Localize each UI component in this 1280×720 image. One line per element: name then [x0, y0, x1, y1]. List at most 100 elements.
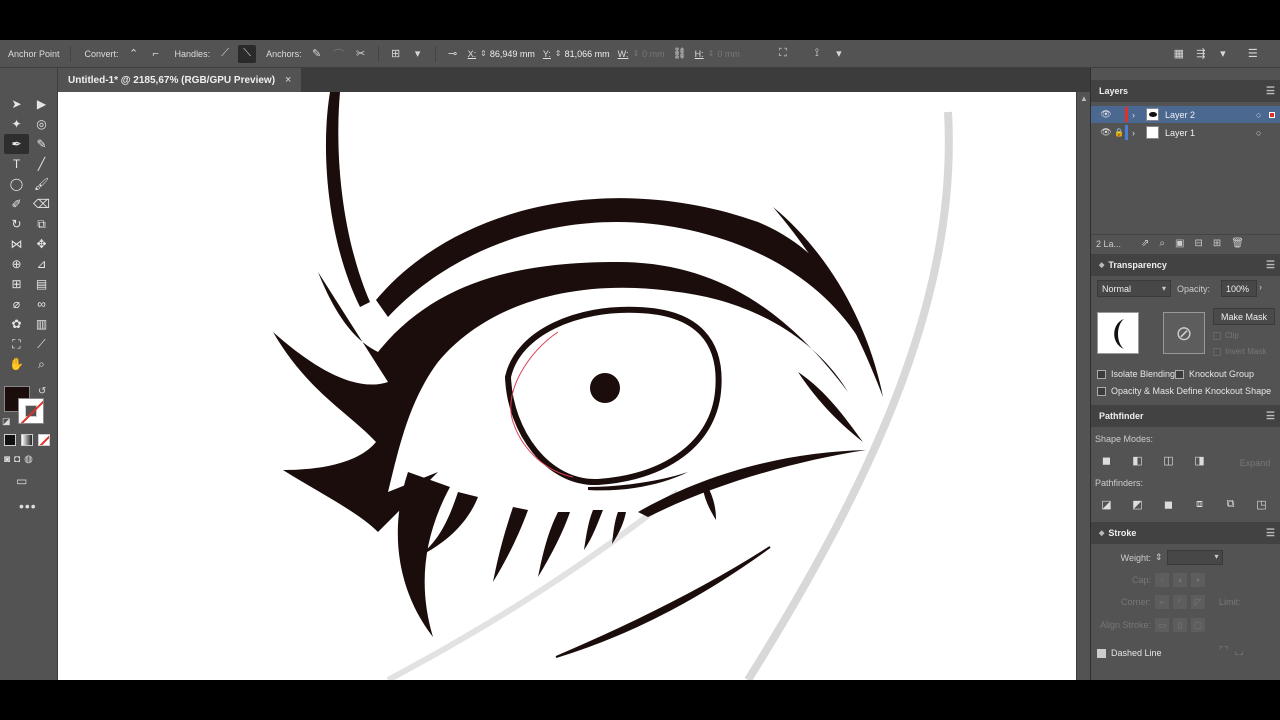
expand-chevron-icon[interactable]: ›: [1132, 110, 1142, 120]
vertical-scrollbar[interactable]: ▲: [1076, 92, 1090, 680]
merge-icon[interactable]: ◼: [1153, 498, 1184, 511]
new-layer-icon[interactable]: ⊞: [1213, 238, 1221, 249]
chevron-down-icon[interactable]: ▾: [830, 45, 848, 63]
draw-normal-icon[interactable]: ◙: [4, 454, 10, 465]
color-mode-icon[interactable]: [4, 434, 16, 446]
visibility-eye-icon[interactable]: 👁: [1099, 109, 1113, 120]
weight-field[interactable]: ▾: [1166, 550, 1223, 565]
gradient-mode-icon[interactable]: [21, 434, 33, 446]
default-colors-icon[interactable]: ◪: [2, 416, 11, 427]
minus-back-icon[interactable]: ◳: [1246, 498, 1277, 511]
direct-selection-tool-icon[interactable]: ▶: [29, 94, 54, 114]
shaper-tool-icon[interactable]: ✐: [4, 194, 29, 214]
export-icon[interactable]: ⇗: [1141, 238, 1149, 249]
screen-mode-icon[interactable]: ▭: [16, 474, 27, 488]
panel-menu-icon[interactable]: ☰: [1244, 45, 1262, 63]
eyedropper-tool-icon[interactable]: ⌀: [4, 294, 29, 314]
blend-mode-select[interactable]: Normal ▾: [1097, 280, 1171, 297]
unite-icon[interactable]: ◼: [1091, 454, 1122, 467]
expand-button[interactable]: Expand: [1237, 455, 1273, 471]
opacity-mask-define-checkbox[interactable]: Opacity & Mask Define Knockout Shape: [1097, 386, 1271, 396]
dashed-line-checkbox[interactable]: Dashed Line: [1097, 648, 1162, 658]
arrange-docs-icon[interactable]: ▦: [1170, 45, 1188, 63]
link-proportions-icon[interactable]: ⛓: [671, 45, 689, 63]
locate-object-icon[interactable]: ⌕: [1159, 238, 1165, 249]
butt-cap-icon[interactable]: ▫: [1155, 573, 1169, 587]
connect-anchors-icon[interactable]: ⌒: [330, 45, 348, 63]
minus-front-icon[interactable]: ◧: [1122, 454, 1153, 467]
new-sublayer-icon[interactable]: ⊟: [1194, 238, 1202, 249]
chevron-down-icon[interactable]: ▾: [1214, 45, 1232, 63]
puppet-warp-tool-icon[interactable]: ✥: [29, 234, 54, 254]
y-value[interactable]: 81,066 mm: [565, 49, 610, 59]
document-tab[interactable]: Untitled-1* @ 2185,67% (RGB/GPU Preview)…: [58, 68, 302, 92]
transparency-panel-header[interactable]: ◆ Transparency ☰: [1091, 254, 1280, 276]
invert-mask-checkbox[interactable]: Invert Mask: [1213, 347, 1266, 356]
h-stepper-icon[interactable]: ⇕: [708, 49, 715, 58]
symbol-sprayer-tool-icon[interactable]: ✿: [4, 314, 29, 334]
blend-tool-icon[interactable]: ∞: [29, 294, 54, 314]
gpu-performance-icon[interactable]: ⇶: [1192, 45, 1210, 63]
stroke-swatch[interactable]: [18, 398, 44, 424]
bevel-join-icon[interactable]: ◸: [1191, 595, 1205, 609]
selection-indicator[interactable]: [1269, 111, 1275, 118]
reference-point-icon[interactable]: ⊸: [444, 45, 462, 63]
weight-stepper-icon[interactable]: ⇕: [1155, 552, 1163, 563]
x-value[interactable]: 86,949 mm: [490, 49, 535, 59]
pen-tool-icon[interactable]: ✒: [4, 134, 29, 154]
align-inside-icon[interactable]: ▯: [1173, 618, 1187, 632]
isolate-icon[interactable]: ⟟: [808, 45, 826, 63]
draw-behind-icon[interactable]: ◘: [14, 454, 20, 465]
show-handles-icon[interactable]: ⟋: [216, 45, 234, 63]
edit-toolbar-icon[interactable]: •••: [19, 498, 37, 514]
align-center-icon[interactable]: ▭: [1155, 618, 1169, 632]
w-field[interactable]: W: ⇕ 0 mm: [618, 49, 665, 59]
miter-join-icon[interactable]: ⌐: [1155, 595, 1169, 609]
none-mode-icon[interactable]: [38, 434, 50, 446]
eraser-tool-icon[interactable]: ⌫: [29, 194, 54, 214]
delete-layer-icon[interactable]: 🗑: [1231, 238, 1244, 249]
align-outside-icon[interactable]: ▢: [1191, 618, 1205, 632]
swap-fill-stroke-icon[interactable]: ↺: [38, 386, 46, 397]
line-tool-icon[interactable]: ╱: [29, 154, 54, 174]
slice-tool-icon[interactable]: ⟋: [29, 334, 54, 354]
panel-menu-icon[interactable]: ☰: [1266, 86, 1275, 97]
layers-panel-header[interactable]: Layers ☰: [1091, 80, 1280, 102]
rotate-tool-icon[interactable]: ↻: [4, 214, 29, 234]
selection-tool-icon[interactable]: ➤: [4, 94, 29, 114]
opacity-slider-arrow-icon[interactable]: ›: [1259, 282, 1262, 292]
chevron-down-icon[interactable]: ▾: [1215, 552, 1219, 561]
w-value[interactable]: 0 mm: [642, 49, 665, 59]
dash-exact-icon[interactable]: ⌜⌝: [1219, 646, 1228, 657]
opacity-field[interactable]: 100%: [1221, 280, 1257, 297]
zoom-tool-icon[interactable]: ⌕: [29, 354, 54, 374]
panel-menu-icon[interactable]: ☰: [1266, 411, 1275, 422]
collapse-arrow-icon[interactable]: ◆: [1099, 261, 1104, 269]
crop-icon[interactable]: ⧈: [1184, 498, 1215, 511]
expand-chevron-icon[interactable]: ›: [1132, 128, 1142, 138]
panel-menu-icon[interactable]: ☰: [1266, 528, 1275, 539]
clip-checkbox[interactable]: Clip: [1213, 331, 1239, 340]
remove-anchor-icon[interactable]: ✎: [308, 45, 326, 63]
clipping-mask-icon[interactable]: ▣: [1175, 238, 1184, 249]
layer-name[interactable]: Layer 1: [1165, 128, 1256, 138]
make-mask-button[interactable]: Make Mask: [1213, 308, 1275, 325]
column-graph-tool-icon[interactable]: ▥: [29, 314, 54, 334]
knockout-group-checkbox[interactable]: Knockout Group: [1175, 369, 1254, 379]
dash-align-corners-icon[interactable]: ⌞⌟: [1234, 646, 1243, 657]
ellipse-tool-icon[interactable]: ◯: [4, 174, 29, 194]
align-grid-icon[interactable]: ⊞: [387, 45, 405, 63]
w-stepper-icon[interactable]: ⇕: [632, 49, 639, 58]
exclude-icon[interactable]: ◨: [1184, 454, 1215, 467]
x-stepper-icon[interactable]: ⇕: [480, 49, 487, 58]
lasso-tool-icon[interactable]: ◎: [29, 114, 54, 134]
shape-builder-tool-icon[interactable]: ⊕: [4, 254, 29, 274]
layer-row-layer-2[interactable]: 👁 › Layer 2 ○: [1091, 106, 1280, 123]
cut-path-icon[interactable]: ✂: [352, 45, 370, 63]
perspective-grid-tool-icon[interactable]: ⊿: [29, 254, 54, 274]
divide-icon[interactable]: ◪: [1091, 498, 1122, 511]
curvature-tool-icon[interactable]: ✎: [29, 134, 54, 154]
isolate-blending-checkbox[interactable]: Isolate Blending: [1097, 369, 1175, 379]
target-circle-icon[interactable]: ○: [1256, 128, 1266, 138]
intersect-icon[interactable]: ◫: [1153, 454, 1184, 467]
